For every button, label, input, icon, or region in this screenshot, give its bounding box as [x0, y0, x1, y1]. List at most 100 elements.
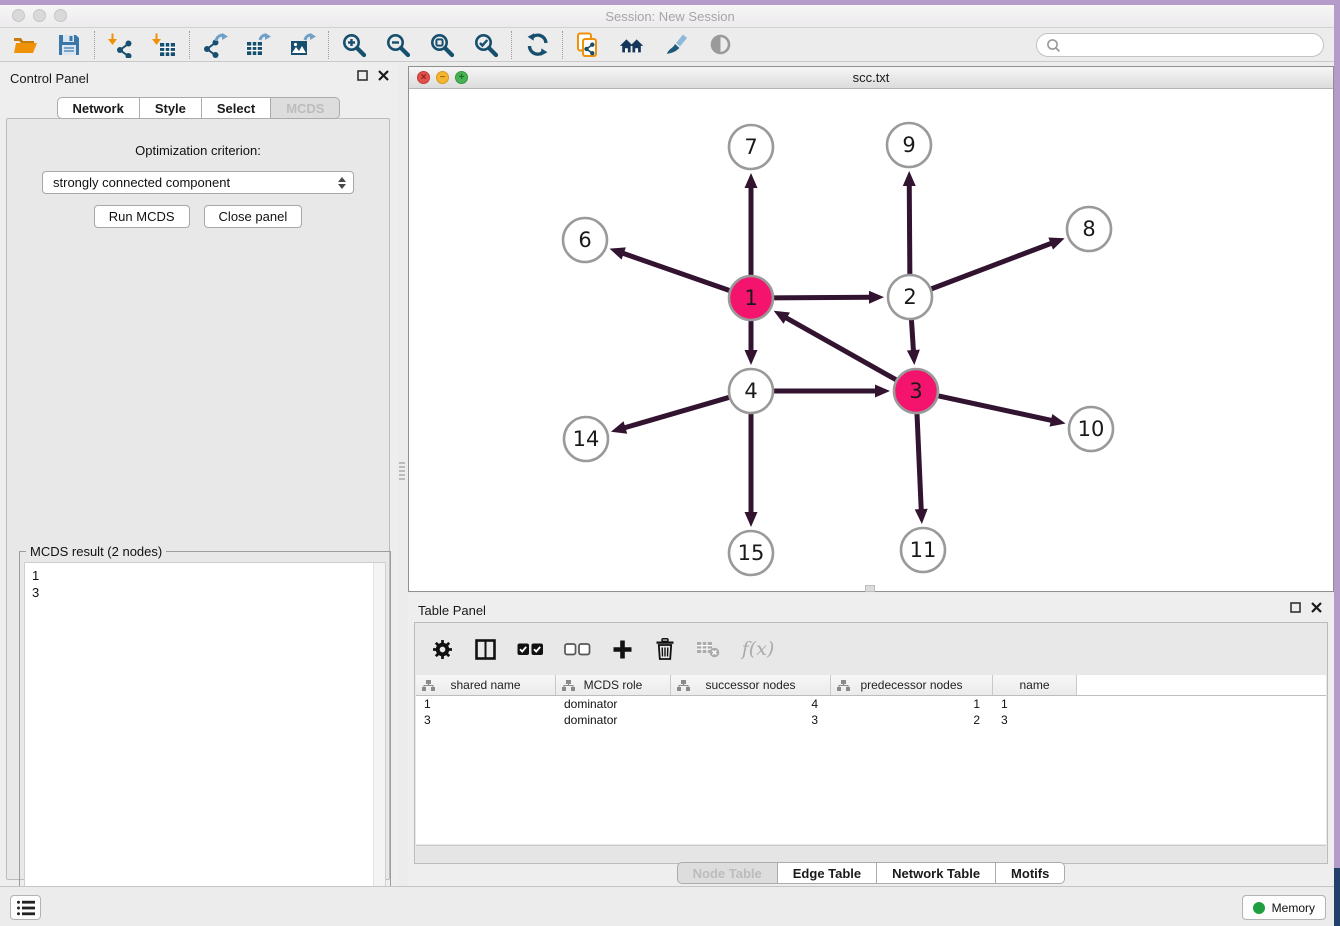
home-network-button[interactable]: [619, 32, 645, 58]
graph-edge-4-14[interactable]: [611, 396, 733, 433]
graph-node-9[interactable]: 9: [887, 123, 931, 167]
trash-icon: [655, 638, 675, 660]
network-window-titlebar[interactable]: × − + scc.txt: [409, 67, 1333, 89]
control-tab-network[interactable]: Network: [57, 97, 140, 119]
graph-edge-1-7[interactable]: [745, 173, 758, 279]
column-header-predecessor-nodes[interactable]: predecessor nodes: [831, 675, 993, 695]
svg-text:14: 14: [573, 427, 600, 451]
graph-edge-1-4[interactable]: [745, 317, 758, 365]
memory-button[interactable]: Memory: [1242, 895, 1326, 920]
mcds-result-textarea[interactable]: 1 3: [24, 562, 386, 926]
graph-edge-3-1[interactable]: [774, 311, 900, 382]
sitemap-icon: [562, 680, 575, 691]
graph-edge-3-11[interactable]: [915, 410, 928, 524]
graph-node-14[interactable]: 14: [564, 417, 608, 461]
zoom-selected-button[interactable]: [473, 32, 499, 58]
export-table-button[interactable]: [246, 32, 272, 58]
graph-node-2[interactable]: 2: [888, 275, 932, 319]
svg-text:10: 10: [1078, 417, 1105, 441]
search-input[interactable]: [1062, 35, 1323, 55]
add-column-button[interactable]: [609, 636, 635, 662]
column-header-name[interactable]: name: [993, 675, 1077, 695]
graph-node-15[interactable]: 15: [729, 531, 773, 575]
import-table-button[interactable]: [151, 32, 177, 58]
memory-status-icon: [1253, 902, 1265, 914]
apply-style-button[interactable]: [663, 32, 689, 58]
task-history-button[interactable]: [10, 895, 41, 920]
graph-edge-1-2[interactable]: [770, 291, 884, 304]
control-tab-style[interactable]: Style: [140, 97, 202, 119]
column-header-successor-nodes[interactable]: successor nodes: [671, 675, 831, 695]
zoom-selected-icon: [473, 32, 499, 58]
graph-node-8[interactable]: 8: [1067, 207, 1111, 251]
refresh-view-button[interactable]: [524, 32, 550, 58]
import-network-button[interactable]: [107, 32, 133, 58]
select-all-button[interactable]: [515, 636, 545, 662]
select-chevrons-icon: [337, 176, 347, 190]
window-resize-grip[interactable]: [865, 585, 875, 592]
import-table-icon: [151, 32, 177, 58]
graph-node-11[interactable]: 11: [901, 528, 945, 572]
graph-edge-2-9[interactable]: [903, 171, 916, 278]
table-tab-network-table[interactable]: Network Table: [877, 862, 996, 884]
graph-node-1[interactable]: 1: [729, 276, 773, 320]
table-cell: dominator: [556, 712, 671, 728]
network-graph: 7 9 6 8 1 2 4 3 14 10 15 11: [409, 89, 1333, 591]
zoom-out-button[interactable]: [385, 32, 411, 58]
graph-edge-2-8[interactable]: [928, 237, 1065, 290]
mcds-result-group: MCDS result (2 nodes) 1 3: [19, 551, 391, 926]
run-mcds-button[interactable]: Run MCDS: [94, 205, 190, 228]
table-tab-node-table[interactable]: Node Table: [677, 862, 778, 884]
graph-edge-4-3[interactable]: [770, 385, 890, 398]
import-network-icon: [107, 32, 133, 58]
divider-grip[interactable]: [399, 462, 405, 480]
window-frame-right: [1334, 0, 1340, 926]
main-toolbar: [0, 28, 1340, 62]
close-panel-icon[interactable]: [378, 70, 389, 81]
copy-network-button[interactable]: [575, 32, 601, 58]
result-scrollbar[interactable]: [373, 563, 385, 926]
graph-edge-2-3[interactable]: [907, 316, 920, 365]
export-image-button[interactable]: [290, 32, 316, 58]
graph-edge-1-6[interactable]: [610, 247, 734, 291]
close-panel-button[interactable]: Close panel: [204, 205, 303, 228]
network-canvas[interactable]: 7 9 6 8 1 2 4 3 14 10 15 11: [409, 89, 1333, 591]
zoom-in-button[interactable]: [341, 32, 367, 58]
table-row[interactable]: 3dominator323: [416, 712, 1326, 728]
column-header-shared-name[interactable]: shared name: [416, 675, 556, 695]
toggle-panels-button[interactable]: [472, 636, 498, 662]
table-cell: 3: [416, 712, 556, 728]
export-network-button[interactable]: [202, 32, 228, 58]
graph-node-3[interactable]: 3: [894, 369, 938, 413]
graph-node-7[interactable]: 7: [729, 125, 773, 169]
graph-node-4[interactable]: 4: [729, 369, 773, 413]
graph-edge-3-10[interactable]: [935, 395, 1066, 427]
deselect-all-button[interactable]: [562, 636, 592, 662]
close-panel-icon[interactable]: [1311, 602, 1322, 613]
table-tab-edge-table[interactable]: Edge Table: [778, 862, 877, 884]
table-settings-button[interactable]: [429, 636, 455, 662]
table-row[interactable]: 1dominator411: [416, 696, 1326, 712]
open-session-button[interactable]: [12, 32, 38, 58]
float-panel-icon[interactable]: [1290, 602, 1301, 613]
float-panel-icon[interactable]: [357, 70, 368, 81]
graph-node-10[interactable]: 10: [1069, 407, 1113, 451]
delete-table-icon: [696, 640, 720, 658]
zoom-fit-icon: [429, 32, 455, 58]
gear-icon: [432, 639, 453, 660]
column-header-MCDS-role[interactable]: MCDS role: [556, 675, 671, 695]
eye-disabled-icon: [709, 33, 732, 56]
control-tab-select[interactable]: Select: [202, 97, 271, 119]
table-tab-motifs[interactable]: Motifs: [996, 862, 1065, 884]
export-network-icon: [202, 32, 228, 58]
mcds-result-title: MCDS result (2 nodes): [26, 544, 166, 559]
graph-node-6[interactable]: 6: [563, 218, 607, 262]
criterion-select[interactable]: strongly connected component: [42, 171, 354, 194]
delete-column-button[interactable]: [652, 636, 678, 662]
control-tab-mcds[interactable]: MCDS: [271, 97, 340, 119]
search-box[interactable]: [1036, 33, 1324, 57]
graph-edge-4-15[interactable]: [745, 410, 758, 527]
plus-icon: [612, 639, 633, 660]
save-session-button[interactable]: [56, 32, 82, 58]
zoom-fit-button[interactable]: [429, 32, 455, 58]
